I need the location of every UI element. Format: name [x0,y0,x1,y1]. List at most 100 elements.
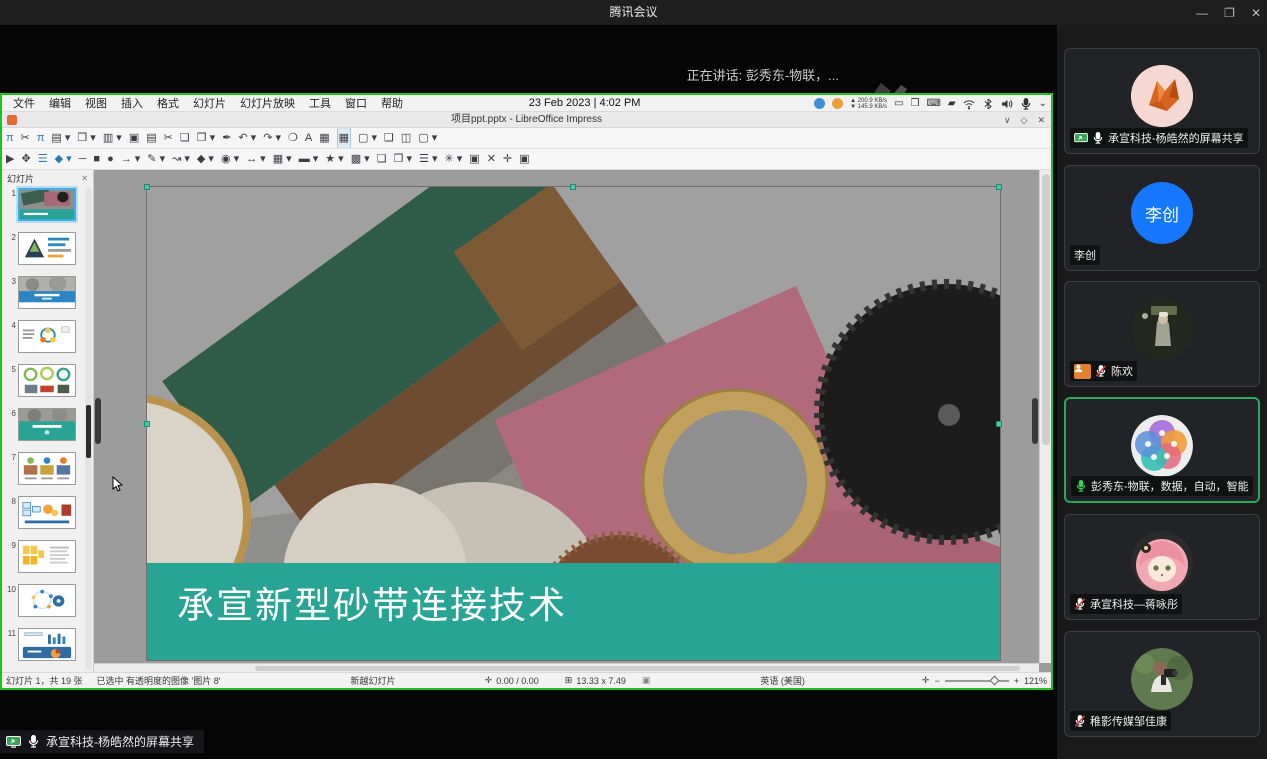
select-icon[interactable]: ▶ [6,149,14,169]
menu-item-8[interactable]: 窗口 [338,95,374,111]
microphone-tray-icon[interactable] [1020,98,1032,110]
status-master-slide[interactable]: 新越幻灯片 [350,674,395,687]
selection-handle-mid-left[interactable] [144,421,150,427]
new-document-icon[interactable]: ▤ ▾ [51,128,70,148]
master-slide-icon[interactable]: ▢ ▾ [358,128,377,148]
slide-thumbnail-11[interactable]: 11 [4,628,93,661]
participant-tile[interactable]: 承宣科技—蒋咏彤 [1064,514,1260,620]
print-icon[interactable]: ▤ [146,128,156,148]
slide-canvas[interactable]: 承宣新型砂带连接技术 [94,170,1051,672]
wifi-icon[interactable] [963,98,975,110]
rectangle-icon[interactable]: ■ [93,149,100,169]
slide-thumbnail-9[interactable]: 9 [4,540,93,573]
zoom-pan-icon[interactable]: ✥ [21,149,30,169]
fill-color-icon[interactable]: ◆ ▾ [55,149,72,169]
snap-grid-icon[interactable]: ▦ [337,128,351,149]
cut-tool-icon[interactable]: ✂ [21,128,30,148]
filter-icon[interactable]: ✕ [487,149,496,169]
crop-icon[interactable]: ▣ [469,149,479,169]
slide-thumbnail-8[interactable]: 8 [4,496,93,529]
save-icon[interactable]: ▥ ▾ [103,128,122,148]
zoom-out-button[interactable]: − [934,676,939,686]
selection-handle-mid-right[interactable] [996,421,1002,427]
math-formula-icon[interactable]: π [6,128,14,148]
close-button[interactable]: ✕ [1251,6,1261,20]
zoom-in-button[interactable]: + [1014,676,1019,686]
symbol-shapes-icon[interactable]: ◉ ▾ [221,149,239,169]
volume-icon[interactable] [1001,98,1013,110]
keyboard-icon[interactable]: ⌨ [926,95,940,112]
sidebar-collapse-grip-right[interactable] [1032,398,1038,444]
flowchart-icon[interactable]: ▦ ▾ [273,149,292,169]
current-slide[interactable]: 承宣新型砂带连接技术 [147,187,1000,660]
curve-icon[interactable]: ✎ ▾ [147,149,165,169]
zoom-slider[interactable] [945,680,1009,682]
slide-thumbnail-1[interactable]: 1 [4,188,93,221]
participant-tile[interactable]: 承宣科技-杨皓然的屏幕共享 [1064,48,1260,154]
participant-tile-active-speaker[interactable]: 彭秀东-物联，数据，自动，智能 [1064,397,1260,503]
zoom-fit-icon[interactable]: ✛ [922,675,930,686]
spelling-icon[interactable]: A [305,128,312,148]
restore-button[interactable]: ❐ [1224,6,1235,20]
stars-icon[interactable]: ★ ▾ [325,149,343,169]
save-state-icon[interactable]: ▣ [642,675,651,686]
tray-app1-icon[interactable] [814,98,825,109]
line-icon[interactable]: ─ [79,149,87,169]
status-language[interactable]: 英语 (美国) [760,674,805,687]
slide-thumbnail-2[interactable]: 2 [4,232,93,265]
slide-thumbnail-10[interactable]: 10 [4,584,93,617]
grid-icon[interactable]: ▦ [319,128,329,148]
connector-icon[interactable]: ↝ ▾ [172,149,190,169]
display-views-icon[interactable]: ▢ ▾ [418,128,437,148]
slide-panel-close-icon[interactable]: ✕ [81,174,88,183]
find-replace-icon[interactable]: ❍ [288,128,298,148]
canvas-vertical-scrollbar[interactable] [1039,170,1051,663]
basic-shapes-icon[interactable]: ◆ ▾ [197,149,214,169]
undo-icon[interactable]: ↶ ▾ [238,128,256,148]
zoom-percent-label[interactable]: 121% [1024,676,1047,686]
copy-icon[interactable]: ❏ [180,128,190,148]
formula-settings-icon[interactable]: π [37,128,45,148]
impress-close-button[interactable]: ✕ [1037,112,1045,128]
slide-thumbnail-3[interactable]: 3 [4,276,93,309]
clipboard-icon[interactable]: ❒ [911,95,920,112]
tray-chevron-icon[interactable]: ⌄ [1039,95,1047,112]
duplicate-slide-icon[interactable]: ◫ [401,128,411,148]
bluetooth-icon[interactable] [982,98,994,110]
minimize-button[interactable]: — [1196,6,1208,20]
cut-icon[interactable]: ✂ [164,128,173,148]
menu-item-2[interactable]: 视图 [78,95,114,111]
menu-item-9[interactable]: 帮助 [374,95,410,111]
slide-thumbnail-6[interactable]: 6 [4,408,93,441]
impress-restore-button[interactable]: ◇ [1021,112,1028,128]
impress-minimize-button[interactable]: ∨ [1004,112,1011,128]
new-slide-icon[interactable]: ❑ [384,128,394,148]
slide-thumbnail-5[interactable]: 5 [4,364,93,397]
canvas-horizontal-scrollbar[interactable] [94,663,1039,672]
display-icon[interactable]: ▭ [894,95,903,112]
menu-item-0[interactable]: 文件 [6,95,42,111]
menu-item-4[interactable]: 格式 [150,95,186,111]
panel-collapse-grip-left[interactable] [95,398,101,444]
tray-app2-icon[interactable] [832,98,843,109]
export-pdf-icon[interactable]: ▣ [129,128,139,148]
participant-tile[interactable]: 陈欢 [1064,281,1260,387]
menu-item-1[interactable]: 编辑 [42,95,78,111]
open-icon[interactable]: ❒ ▾ [77,128,95,148]
menu-item-3[interactable]: 插入 [114,95,150,111]
align-icon[interactable]: ❐ ▾ [394,149,412,169]
slide-panel-scrollbar[interactable] [85,188,92,670]
paste-icon[interactable]: ❐ ▾ [197,128,215,148]
points-icon[interactable]: ✛ [503,149,512,169]
clone-formatting-icon[interactable]: ✒ [222,128,231,148]
glue-points-icon[interactable]: ▣ [519,149,529,169]
arrange-icon[interactable]: ☰ ▾ [419,149,437,169]
participant-tile[interactable]: 李创 李创 [1064,165,1260,271]
arrow-icon[interactable]: → ▾ [121,149,141,169]
rotate-icon[interactable]: ❏ [377,149,387,169]
selection-handle-top-right[interactable] [996,184,1002,190]
shadow-icon[interactable]: ✳ ▾ [444,149,462,169]
slide-thumbnail-4[interactable]: 4 [4,320,93,353]
selection-handle-top-center[interactable] [570,184,576,190]
block-arrows-icon[interactable]: ↔ ▾ [246,149,266,169]
